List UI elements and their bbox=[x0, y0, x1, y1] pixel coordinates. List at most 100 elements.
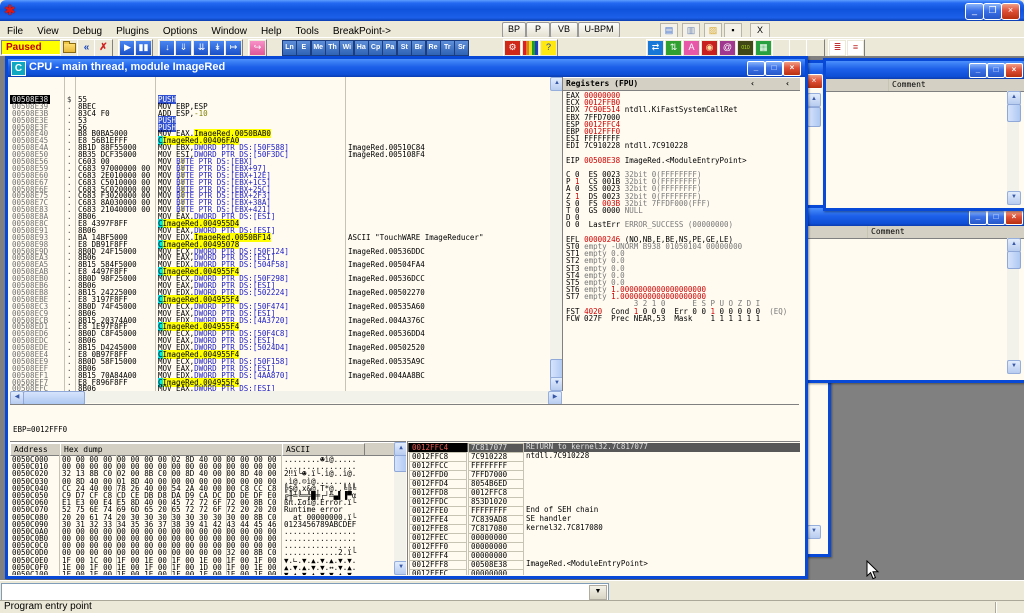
register-line[interactable]: EDI 7C910228 ntdll.7C910228 bbox=[566, 141, 800, 148]
pane-button-sr[interactable]: Sr bbox=[454, 40, 469, 56]
stack-row[interactable]: 0012FFE0FFFFFFFFEnd of SEH chain bbox=[408, 506, 800, 515]
register-line[interactable]: EDX 7C90E514 ntdll.KiFastSystemCallRet bbox=[566, 105, 800, 112]
blank-button-3[interactable] bbox=[806, 39, 825, 57]
cpu-minimize-icon[interactable]: _ bbox=[747, 61, 765, 76]
register-line[interactable]: 3 2 1 0 E S P U O Z D I bbox=[566, 299, 800, 306]
disassembly-hscrollbar[interactable]: ◀ ▶ bbox=[10, 391, 562, 403]
restore-button[interactable]: ❐ bbox=[983, 3, 1002, 20]
menu-item-view[interactable]: View bbox=[30, 24, 66, 37]
register-line[interactable]: C 0 ES 0023 32bit 0(FFFFFFFF) bbox=[566, 170, 800, 177]
disasm-row[interactable]: 00508E9D.8B0D 24F15000MOV ECX,DWORD PTR … bbox=[10, 247, 550, 254]
register-line[interactable]: EIP 00508E38 ImageRed.<ModuleEntryPoint> bbox=[566, 156, 800, 163]
disasm-row[interactable]: 00508E98.E8 DB91F8FFCALL ImageRed.004950… bbox=[10, 240, 550, 247]
disasm-row[interactable]: 00508EB6.8B06MOV EAX,DWORD PTR DS:[ESI] bbox=[10, 281, 550, 288]
menu-close-icon[interactable]: X bbox=[750, 23, 770, 38]
step-over-button[interactable]: ⇓ bbox=[174, 39, 193, 57]
pane-button-tr[interactable]: Tr bbox=[440, 40, 455, 56]
registers-next-icon[interactable]: ‹ bbox=[785, 78, 790, 89]
disasm-row[interactable]: 00508EA5.8B15 584F5000MOV EDX,DWORD PTR … bbox=[10, 260, 550, 267]
close-program-button[interactable]: ✗ bbox=[94, 39, 113, 57]
comment-top-scrollbar[interactable]: ▲ ▼ bbox=[1007, 91, 1019, 205]
register-line[interactable]: A 0 SS 0023 32bit 0(FFFFFFFF) bbox=[566, 184, 800, 191]
pane-button-re[interactable]: Re bbox=[426, 40, 441, 56]
menu-button-p[interactable]: P bbox=[526, 22, 550, 38]
disasm-row[interactable]: 00508E39.8BECMOV EBP,ESP bbox=[10, 102, 550, 109]
dump-row[interactable]: 0050C02032138BC002008BC0008D4000008D4000… bbox=[10, 469, 406, 476]
disasm-row[interactable]: 00508EDC.8B06MOV EAX,DWORD PTR DS:[ESI] bbox=[10, 336, 550, 343]
disasm-row[interactable]: 00508E7C.C683 8A030000 00MOV BYTE PTR DS… bbox=[10, 198, 550, 205]
grid-window-button[interactable]: ▦ bbox=[754, 39, 773, 57]
swap-button[interactable]: ⇄ bbox=[646, 39, 665, 57]
hidden-window-scroll-up-icon[interactable]: ▲ bbox=[807, 93, 821, 107]
disasm-row[interactable]: 00508EA3.8B06MOV EAX,DWORD PTR DS:[ESI] bbox=[10, 253, 550, 260]
dump-row[interactable]: 0050C1001F001E001F001E001F001F001E001F00… bbox=[10, 570, 406, 575]
disasm-row[interactable]: 00508EAB.E8 4497F8FFCALL ImageRed.004955… bbox=[10, 267, 550, 274]
disasm-row[interactable]: 00508EB0.8B0D 98F25000MOV ECX,DWORD PTR … bbox=[10, 274, 550, 281]
execute-till-return-button[interactable]: ↦ bbox=[224, 39, 243, 57]
cpu-maximize-icon[interactable]: □ bbox=[765, 61, 783, 76]
dump-row[interactable]: 0050C0B000000000000000000000000000000000… bbox=[10, 534, 406, 541]
disasm-row[interactable]: 00508E8C.E8 4397F8FFCALL ImageRed.004955… bbox=[10, 219, 550, 226]
disasm-scroll-left-icon[interactable]: ◀ bbox=[10, 391, 24, 405]
disasm-row[interactable]: 00508EB8.8B15 24225000MOV EDX,DWORD PTR … bbox=[10, 288, 550, 295]
pane-button-pa[interactable]: Pa bbox=[382, 40, 397, 56]
disasm-row[interactable]: 00508E6E.C683 5C020000 00MOV BYTE PTR DS… bbox=[10, 185, 550, 192]
pane-button-ln[interactable]: Ln bbox=[282, 40, 297, 56]
pane-button-st[interactable]: St bbox=[397, 40, 412, 56]
help-button[interactable]: ? bbox=[539, 39, 558, 57]
pane-button-th[interactable]: Th bbox=[325, 40, 340, 56]
register-line[interactable]: FST 4020 Cond 1 0 0 0 Err 0 0 1 0 0 0 0 … bbox=[566, 307, 800, 314]
disasm-row[interactable]: 00508E67.C683 C5010000 00MOV BYTE PTR DS… bbox=[10, 178, 550, 185]
dump-row[interactable]: 0050C030008D4000018D40000000000000000000… bbox=[10, 477, 406, 484]
registers-prev-icon[interactable]: ‹ bbox=[750, 78, 755, 89]
stack-row[interactable]: 0012FFD80012FFC8 bbox=[408, 488, 800, 497]
comment-top-scroll-up-icon[interactable]: ▲ bbox=[1007, 91, 1021, 105]
disasm-row[interactable]: 00508E56.C603 00MOV BYTE PTR DS:[EBX],0 bbox=[10, 157, 550, 164]
disasm-row[interactable]: 00508E75.C683 F3020000 00MOV BYTE PTR DS… bbox=[10, 191, 550, 198]
ascii-button[interactable]: A bbox=[682, 39, 701, 57]
pane-button-br[interactable]: Br bbox=[411, 40, 426, 56]
dump-row[interactable]: 0050C08020206174203030303030303030008BC0… bbox=[10, 513, 406, 520]
dump-row[interactable]: 0050C060E1E300E4E58D40004572726F72008BC0… bbox=[10, 498, 406, 505]
target-button[interactable]: ◉ bbox=[700, 39, 719, 57]
stack-row[interactable]: 0012FFCCFFFFFFFF bbox=[408, 461, 800, 470]
comment-top-minimize-icon[interactable]: _ bbox=[969, 63, 987, 78]
pane-button-cp[interactable]: Cp bbox=[368, 40, 383, 56]
stack-row[interactable]: 0012FFF800508E38ImageRed.<ModuleEntryPoi… bbox=[408, 560, 800, 569]
close-button[interactable]: × bbox=[1001, 3, 1020, 20]
dump-row[interactable]: 0050C040CC24400078264000542A400000C8CCC8… bbox=[10, 484, 406, 491]
comment-window-top-titlebar[interactable]: _ □ × bbox=[826, 61, 1024, 79]
register-line[interactable]: ST5 empty 0.0 bbox=[566, 278, 800, 285]
minimize-button[interactable]: _ bbox=[965, 3, 984, 20]
pane-button-me[interactable]: Me bbox=[311, 40, 326, 56]
disasm-row[interactable]: 00508E40.B8 B0BA5000MOV EAX,ImageRed.005… bbox=[10, 129, 550, 136]
document-icon[interactable]: ▥ bbox=[682, 23, 700, 38]
stack-row[interactable]: 0012FFC87C910228ntdll.7C910228 bbox=[408, 452, 800, 461]
folder-icon[interactable]: ▨ bbox=[704, 23, 722, 38]
disasm-row[interactable]: 00508ECB.8B15 20374A00MOV EDX,DWORD PTR … bbox=[10, 316, 550, 323]
disasm-scroll-right-icon[interactable]: ▶ bbox=[548, 391, 562, 405]
disasm-row[interactable]: 00508E50.8B35 DCF35000MOV ESI,DWORD PTR … bbox=[10, 150, 550, 157]
comment-middle-scroll-down-icon[interactable]: ▼ bbox=[1007, 360, 1021, 374]
dump-scrollbar[interactable]: ▲ ▼ bbox=[394, 442, 406, 575]
disasm-row[interactable]: 00508EE4.E8 0B97F8FFCALL ImageRed.004955… bbox=[10, 350, 550, 357]
menu-item-window[interactable]: Window bbox=[204, 24, 254, 37]
stack-row[interactable]: 0012FFDC853D1020 bbox=[408, 497, 800, 506]
menu-item-tools[interactable]: Tools bbox=[289, 24, 326, 37]
disassembly-scrollbar[interactable]: ▲ ▼ bbox=[550, 77, 562, 391]
notepad-icon[interactable]: ▤ bbox=[660, 23, 678, 38]
register-line[interactable]: ST3 empty 0.0 bbox=[566, 264, 800, 271]
stack-row[interactable]: 0012FFC47C817077RETURN to kernel32.7C817… bbox=[408, 443, 800, 452]
comment-top-maximize-icon[interactable]: □ bbox=[987, 63, 1005, 78]
spiral-button[interactable]: @ bbox=[718, 39, 737, 57]
disasm-row[interactable]: 00508ED1.E8 1E97F8FFCALL ImageRed.004955… bbox=[10, 322, 550, 329]
list-view-button-2[interactable]: ≡ bbox=[846, 39, 865, 57]
hidden-window-scroll-thumb[interactable] bbox=[807, 107, 821, 127]
pane-button-ha[interactable]: Ha bbox=[354, 40, 369, 56]
stack-row[interactable]: 0012FFE47C839AD8SE handler bbox=[408, 515, 800, 524]
disasm-row[interactable]: 00508EE9.8B0D 58F15000MOV ECX,DWORD PTR … bbox=[10, 357, 550, 364]
register-line[interactable]: P 1 CS 001B 32bit 0(FFFFFFFF) bbox=[566, 177, 800, 184]
stack-row[interactable]: 0012FFEC00000000 bbox=[408, 533, 800, 542]
register-line[interactable]: S 0 FS 003B 32bit 7FFDF000(FFF) bbox=[566, 199, 800, 206]
menu-button-u-bpm[interactable]: U-BPM bbox=[578, 22, 620, 38]
